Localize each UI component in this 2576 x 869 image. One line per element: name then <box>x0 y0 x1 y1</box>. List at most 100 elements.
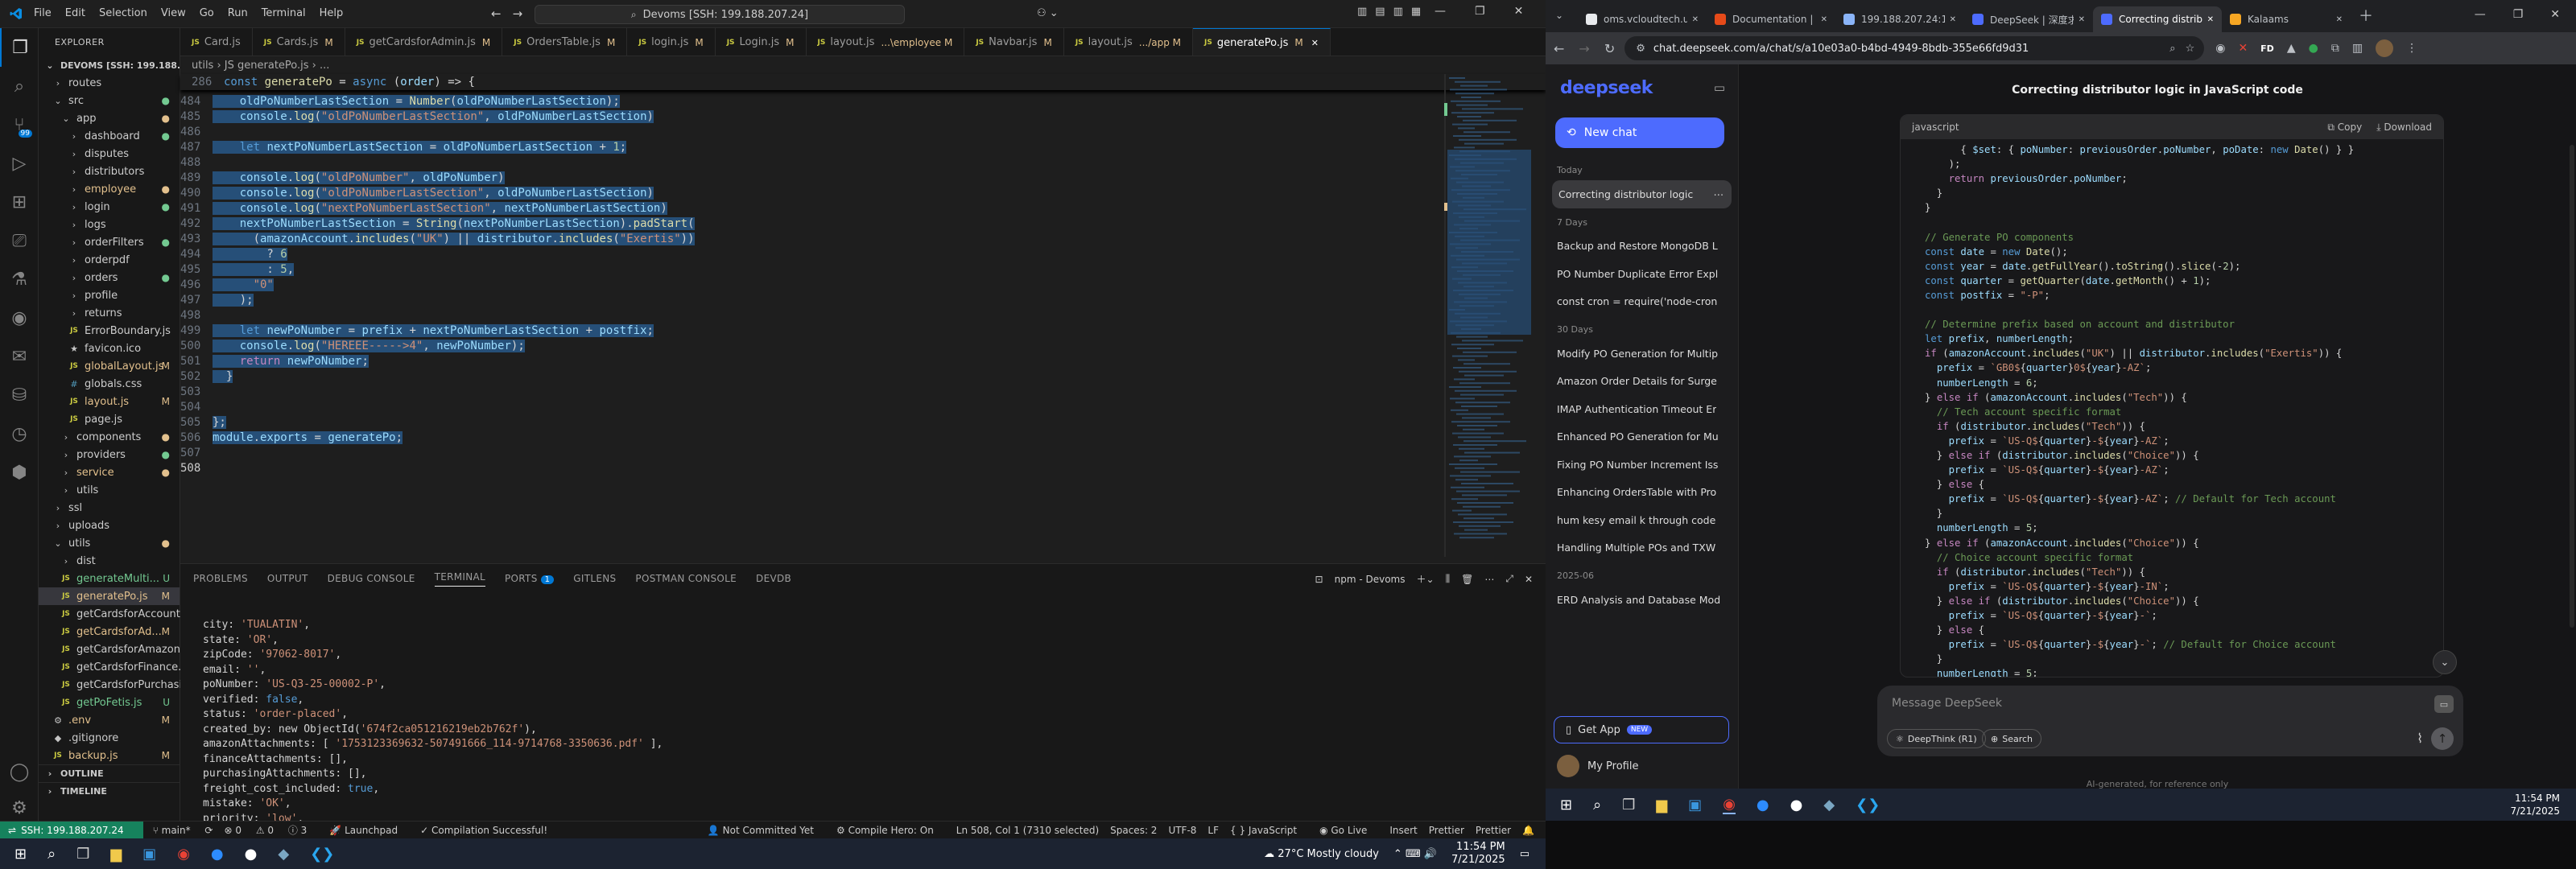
gitlens-icon[interactable]: ◉ <box>0 299 39 337</box>
store-icon[interactable]: ▣ <box>1688 797 1702 813</box>
browser-tab[interactable]: Correcting distrib ✕ <box>2093 6 2222 32</box>
history-item[interactable]: Handling Multiple POs and TXW <box>1546 534 1738 562</box>
extension-icon[interactable]: ✕ <box>2238 42 2248 55</box>
code-line[interactable]: 491 console.log("nextPoNumberLastSection… <box>180 200 1546 216</box>
weather-widget[interactable]: ☁ 27°C Mostly cloudy <box>1264 848 1379 860</box>
chrome-icon[interactable]: ◉ <box>177 846 190 863</box>
tree-item[interactable]: JS getPoFetis.js U <box>39 694 180 711</box>
editor-tab[interactable]: JS getCardsforAdmin.js M <box>345 28 503 56</box>
code-line[interactable]: 505}; <box>180 414 1546 430</box>
history-item[interactable]: Correcting distributor logic ⋯ <box>1552 180 1732 208</box>
zoom-search-icon[interactable]: ⌕ <box>2169 43 2175 55</box>
menu-item[interactable]: Help <box>320 7 344 19</box>
extensions-puzzle-icon[interactable]: ⧉ <box>2331 42 2339 55</box>
panel-tab[interactable]: OUTPUT <box>267 573 308 584</box>
go-live-button[interactable]: ◉ Go Live <box>1319 825 1378 836</box>
new-chat-button[interactable]: ⟲ New chat <box>1555 117 1724 148</box>
code-line[interactable]: 494 ? 6 <box>180 246 1546 262</box>
source-control-icon[interactable]: ⑂ 99 <box>0 105 39 144</box>
close-tab-icon[interactable]: ✕ <box>1687 15 1699 24</box>
download-button[interactable]: ⤓ Download <box>2376 121 2432 134</box>
tree-item[interactable]: ◆ .gitignore <box>39 729 180 747</box>
back-icon[interactable]: ← <box>1554 41 1564 56</box>
code-line[interactable]: 502 } <box>180 369 1546 384</box>
menu-item[interactable]: File <box>34 7 52 19</box>
avatar[interactable] <box>2376 39 2394 57</box>
notifications-icon[interactable]: 🔔 <box>1522 825 1534 836</box>
file-explorer-icon[interactable]: ▆ <box>110 846 122 863</box>
site-info-icon[interactable]: ⚙ <box>1636 43 1645 55</box>
tree-item[interactable]: ⚙ .env M <box>39 711 180 729</box>
sidepanel-icon[interactable]: ▥ <box>2352 42 2363 55</box>
menu-item[interactable]: Edit <box>65 7 85 19</box>
editor-tab[interactable]: JS Login.js M <box>716 28 807 56</box>
tree-item[interactable]: › orderFilters ● <box>39 233 180 251</box>
reload-icon[interactable]: ↻ <box>1604 41 1615 56</box>
commit-status[interactable]: 👤 Not Committed Yet <box>708 825 825 836</box>
back-arrow-icon[interactable]: ← <box>491 6 502 21</box>
panel-tab[interactable]: POSTMAN CONSOLE <box>635 573 737 584</box>
close-icon[interactable]: ✕ <box>1514 5 1524 18</box>
code-line[interactable]: 497 ); <box>180 292 1546 307</box>
code-line[interactable]: 498 <box>180 307 1546 323</box>
tree-item[interactable]: ⌄ utils ● <box>39 534 180 552</box>
notification-center-icon[interactable]: ▭ <box>1520 848 1530 860</box>
tree-item[interactable]: JS getCardsforAd... M <box>39 623 180 640</box>
cursor-position[interactable]: Ln 508, Col 1 (7310 selected) <box>956 825 1099 836</box>
panel-tab[interactable]: GITLENS <box>573 573 616 584</box>
database-icon[interactable]: ⛁ <box>0 376 39 414</box>
new-tab-icon[interactable]: ＋ <box>2359 5 2373 26</box>
problems-indicator[interactable]: ⊗ 0 ⚠ 0 ⓘ 3 <box>224 823 318 837</box>
minimize-icon[interactable]: — <box>1435 5 1446 18</box>
tree-item[interactable]: › distributors <box>39 163 180 180</box>
tree-item[interactable]: ⌄ app ● <box>39 109 180 127</box>
terminal-output[interactable]: city: 'TUALATIN', state: 'OR', zipCode: '9… <box>180 619 1546 827</box>
send-button[interactable]: ↑ <box>2431 727 2454 750</box>
tree-item[interactable]: › uploads <box>39 517 180 534</box>
minimize-icon[interactable]: — <box>2475 8 2486 21</box>
panel-tab[interactable]: PORTS 1 <box>505 573 555 584</box>
editor-tab[interactable]: JS layout.js .../app M <box>1064 28 1193 56</box>
compile-hero-status[interactable]: ⚙ Compile Hero: On <box>836 825 945 836</box>
zoom-icon[interactable]: ● <box>1757 797 1769 813</box>
menu-item[interactable]: Run <box>228 7 248 19</box>
sticky-scroll-line[interactable]: 286 const generatePo = async (order) => { <box>180 74 1546 90</box>
history-item[interactable]: Fixing PO Number Increment Iss <box>1546 451 1738 479</box>
tree-item[interactable]: › routes <box>39 74 180 92</box>
language-mode[interactable]: { } JavaScript <box>1230 825 1308 836</box>
file-explorer-icon[interactable]: ▆ <box>1656 797 1667 813</box>
code-line[interactable]: 485 console.log("oldPoNumberLastSection"… <box>180 109 1546 124</box>
keyboard-icon[interactable]: ▭ <box>2434 695 2454 713</box>
tree-item[interactable]: JS layout.js M <box>39 393 180 410</box>
copilot-icon[interactable]: ⚇ ⌄ <box>1037 7 1059 19</box>
history-item[interactable]: Enhancing OrdersTable with Pro <box>1546 479 1738 507</box>
app-icon[interactable]: ◆ <box>1823 797 1835 813</box>
kill-terminal-icon[interactable]: 🗑 <box>1461 574 1473 585</box>
layout-sidebar-icon[interactable]: ▥ <box>1357 6 1367 18</box>
deepseek-logo[interactable]: deepseek <box>1560 78 1653 98</box>
code-line[interactable]: 487 let nextPoNumberLastSection = oldPoN… <box>180 139 1546 154</box>
clock[interactable]: 11:54 PM 7/21/2025 <box>2510 792 2560 818</box>
start-icon[interactable]: ⊞ <box>1560 797 1572 813</box>
explorer-root[interactable]: ⌄ DEVOMS [SSH: 199.188.20... <box>39 56 203 74</box>
menu-item[interactable]: Terminal <box>262 7 306 19</box>
deepthink-toggle[interactable]: ⚛ DeepThink (R1) <box>1887 729 1986 748</box>
tree-item[interactable]: JS generatePo.js M <box>39 587 180 605</box>
editor-tab[interactable]: JS OrdersTable.js M <box>502 28 628 56</box>
code-line[interactable]: 501 return newPoNumber; <box>180 353 1546 369</box>
task-view-icon[interactable]: ❒ <box>76 846 89 863</box>
tree-item[interactable]: › orderpdf <box>39 251 180 269</box>
extension-icon[interactable]: ▲ <box>2287 42 2296 55</box>
close-tab-icon[interactable]: ✕ <box>1816 15 1827 24</box>
code-line[interactable]: 492 nextPoNumberLastSection = String(nex… <box>180 216 1546 231</box>
compile-status[interactable]: ✓ Compilation Successful! <box>420 825 559 836</box>
start-icon[interactable]: ⊞ <box>14 846 27 863</box>
vscode-taskbar-icon[interactable]: ❮❯ <box>310 846 334 863</box>
tree-item[interactable]: › employee ● <box>39 180 180 198</box>
terminal-label[interactable]: npm - Devoms <box>1335 574 1406 585</box>
close-icon[interactable]: ✕ <box>2550 8 2560 21</box>
layout-panel-icon[interactable]: ▤ <box>1375 6 1385 18</box>
more-options-icon[interactable]: ⋯ <box>1714 188 1724 200</box>
editor-tab[interactable]: JS Navbar.js M <box>964 28 1064 56</box>
prettier-status-1[interactable]: Prettier <box>1429 825 1464 836</box>
